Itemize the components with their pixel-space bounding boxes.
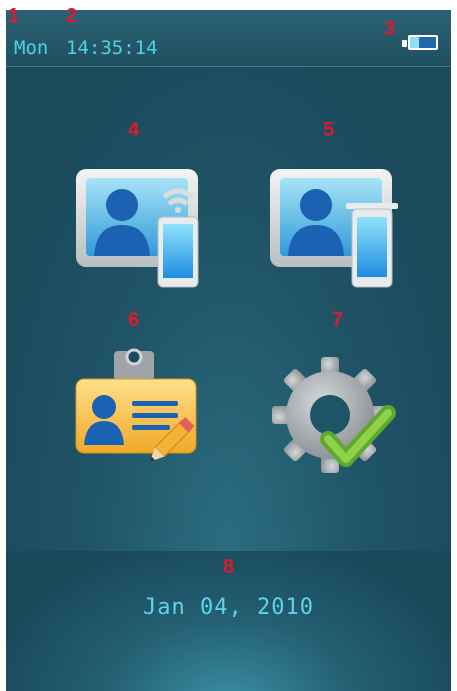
menu-tile-user-phone-wifi[interactable] (72, 147, 212, 297)
marker-4: 4 (128, 119, 140, 141)
status-day: Mon (14, 37, 49, 59)
battery-level-fill (410, 37, 419, 48)
marker-1: 1 (8, 5, 20, 27)
settings-check-icon (272, 357, 396, 473)
marker-2: 2 (66, 5, 78, 27)
date-label: Jan 04, 2010 (143, 595, 314, 620)
menu-tile-user-phone[interactable] (266, 147, 406, 297)
user-phone-icon (270, 169, 398, 288)
marker-6: 6 (128, 309, 140, 331)
battery-icon (408, 35, 438, 50)
id-badge-edit-icon (75, 348, 197, 462)
battery-tip (402, 40, 407, 47)
menu-tile-settings[interactable] (266, 335, 406, 485)
status-clock: 14:35:14 (66, 37, 158, 59)
marker-3: 3 (384, 18, 396, 40)
main-menu-grid: 4 5 6 7 (6, 67, 451, 551)
menu-tile-id-badge[interactable] (72, 335, 212, 485)
marker-7: 7 (332, 309, 344, 331)
user-phone-wifi-icon (76, 169, 199, 288)
device-screen: Mon 14:35:14 4 5 6 7 Jan 04, 2010 (6, 10, 451, 691)
marker-5: 5 (323, 119, 335, 141)
marker-8: 8 (223, 556, 235, 578)
